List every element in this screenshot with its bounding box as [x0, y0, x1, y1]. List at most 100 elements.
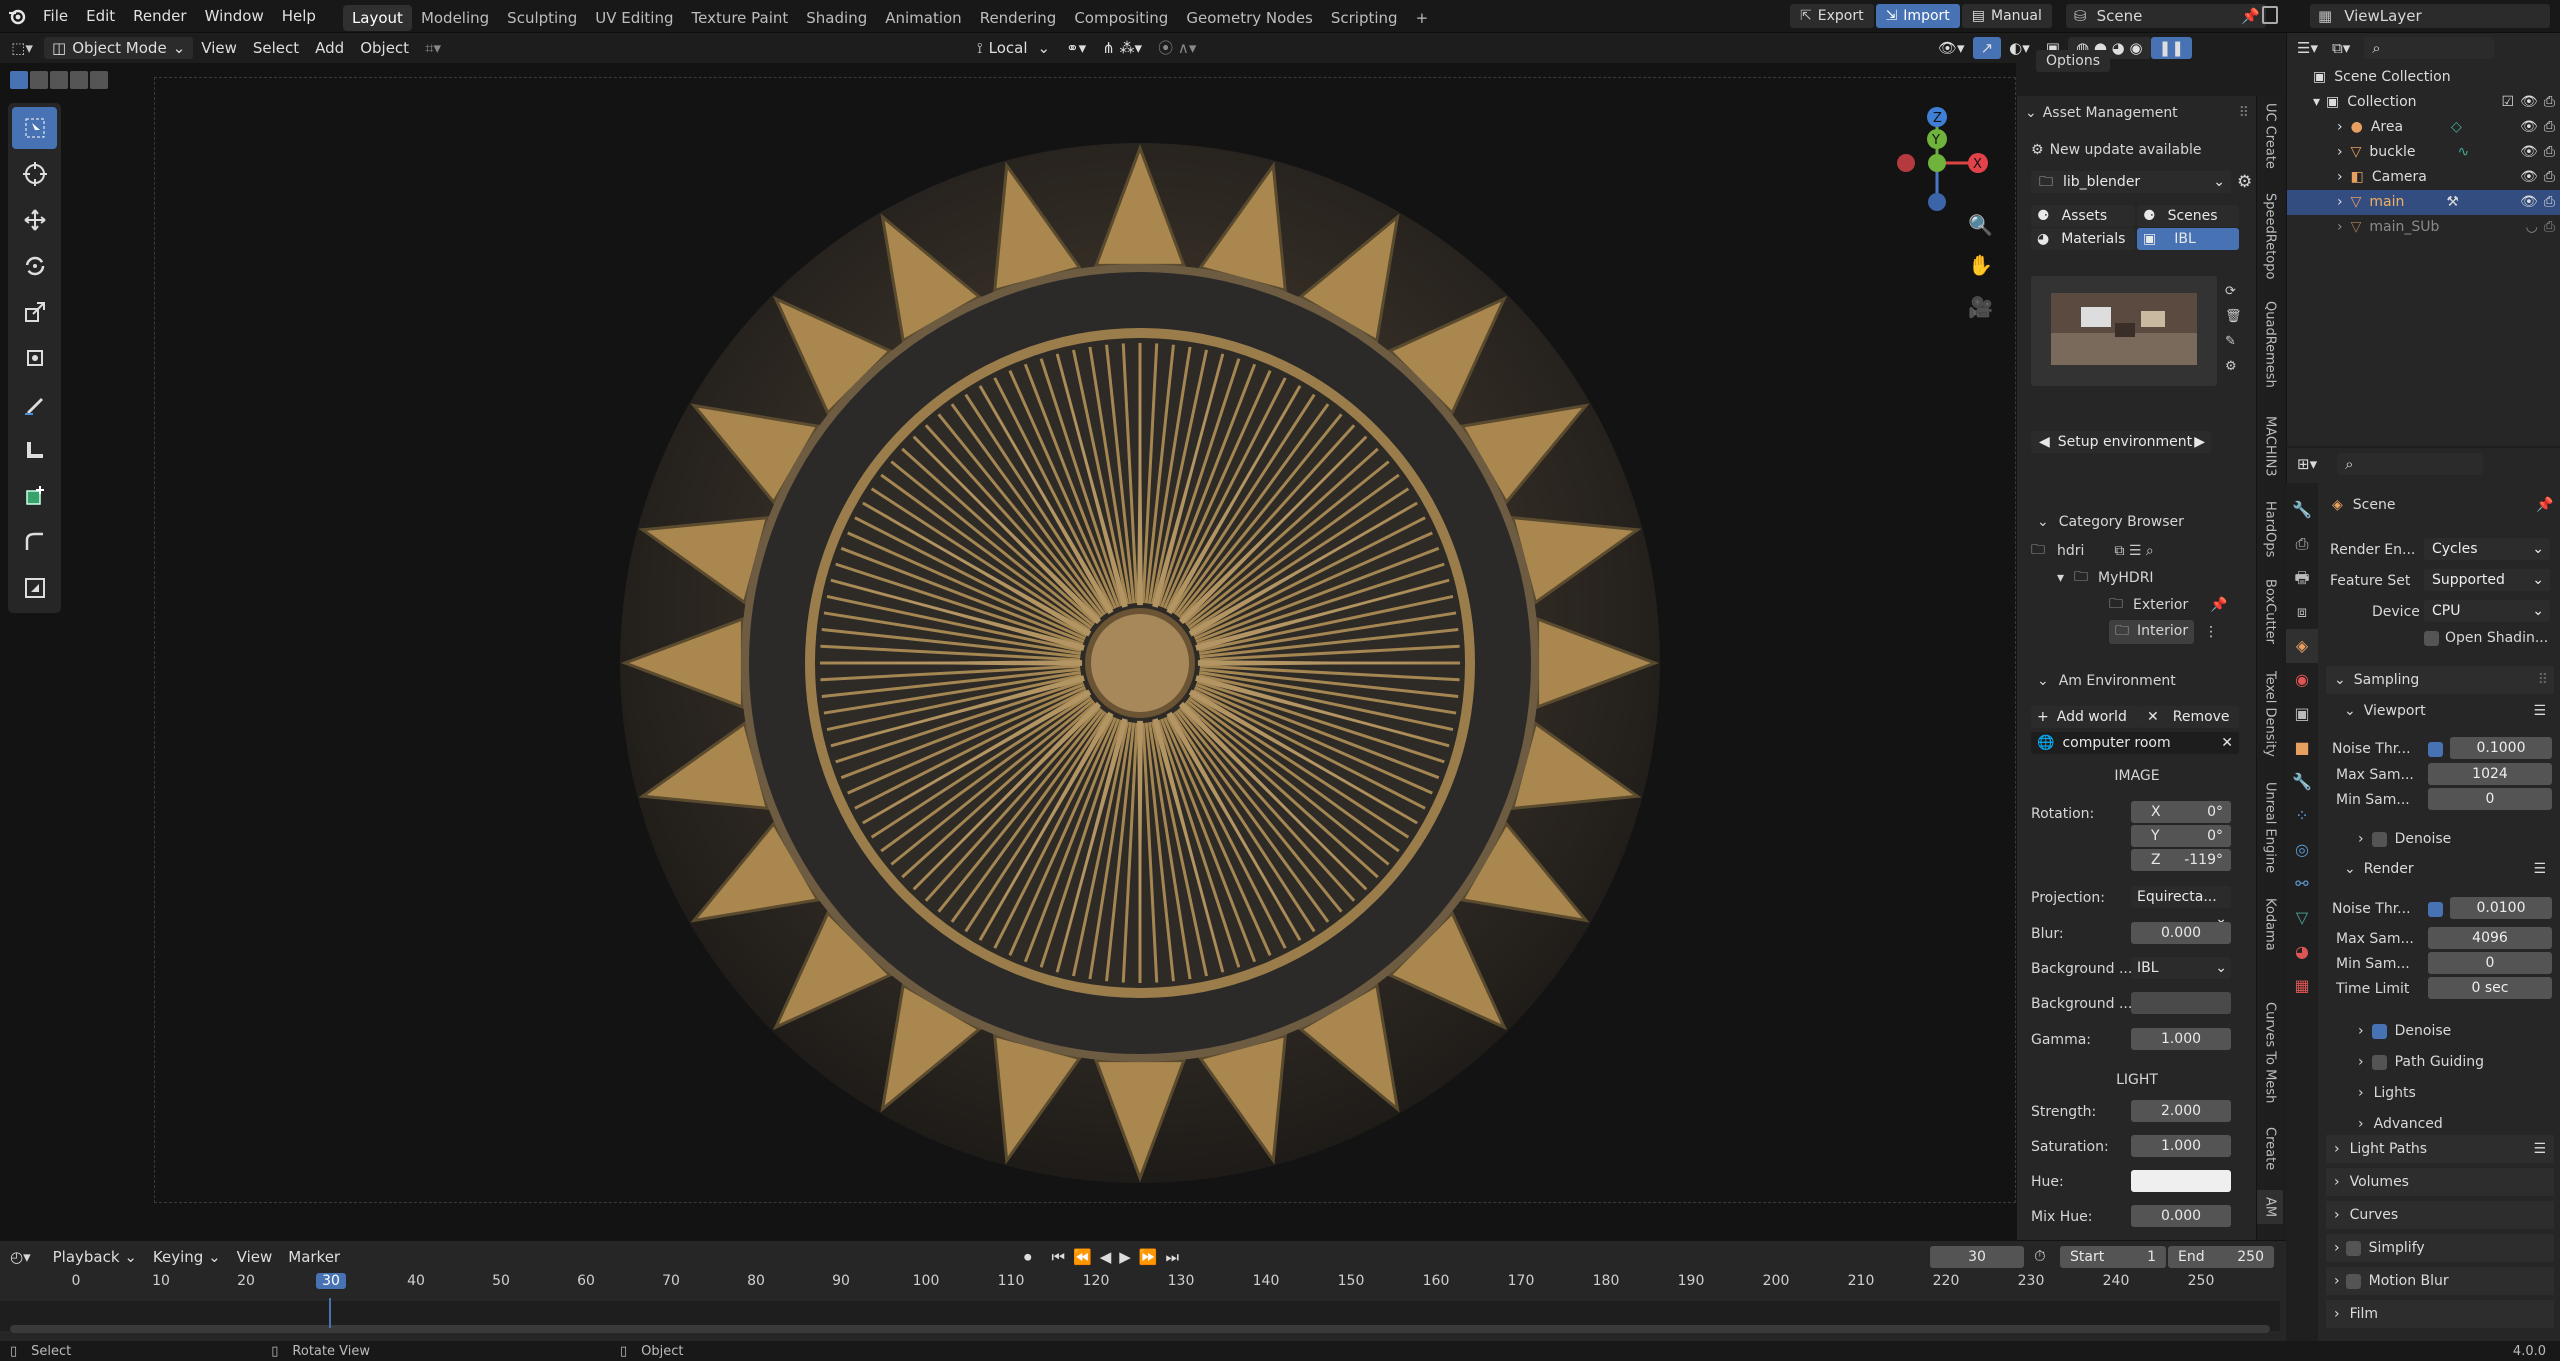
outliner-item-main-sub[interactable]: › ▽ main_SUb ◡ ⎙ — [2287, 215, 2560, 240]
setup-environment[interactable]: ◀ Setup environment ▶ — [2031, 431, 2211, 453]
menu-view[interactable]: View — [193, 37, 245, 59]
tab-layout[interactable]: Layout — [342, 5, 412, 31]
r-min-field[interactable]: 0 — [2428, 952, 2552, 974]
tab-machin3[interactable]: MACHIN3 — [2257, 408, 2283, 484]
mix-hue-field[interactable]: 0.000 — [2131, 1205, 2231, 1227]
environment-header[interactable]: ⌄ Am Environment — [2017, 670, 2257, 692]
category-interior[interactable]: 🗀 Interior ⋮ — [2017, 620, 2257, 644]
import-button[interactable]: ⇲ Import — [1875, 4, 1960, 28]
export-button[interactable]: ⇱ Export — [1790, 4, 1874, 28]
vp-noise-field[interactable]: 0.1000 — [2450, 737, 2552, 759]
time-limit-field[interactable]: 0 sec — [2428, 977, 2552, 999]
menu-timeline-view[interactable]: View — [229, 1246, 281, 1268]
environment-name-field[interactable]: 🌐 computer room ✕ — [2031, 732, 2239, 754]
rotation-y-field[interactable]: Y 0° — [2131, 825, 2231, 847]
tab-hardops[interactable]: HardOps — [2257, 496, 2283, 562]
tab-quadremesh[interactable]: QuadRemesh — [2257, 296, 2283, 392]
more-icon[interactable]: ⋮ — [2204, 624, 2218, 640]
tab-compositing[interactable]: Compositing — [1065, 5, 1177, 31]
light-paths-section[interactable]: › Light Paths ☰ — [2326, 1135, 2554, 1163]
orientation-dropdown[interactable]: ⟟ Local ⌄ — [969, 37, 1058, 59]
trash-icon[interactable]: 🗑 — [2225, 304, 2242, 329]
tab-uv-editing[interactable]: UV Editing — [586, 5, 682, 31]
outliner-item-camera[interactable]: › ◧ Camera 👁 ⎙ — [2287, 165, 2560, 190]
select-box-icon[interactable] — [12, 107, 57, 149]
vp-denoise-row[interactable]: › Denoise — [2358, 831, 2451, 847]
menu-add[interactable]: Add — [307, 37, 352, 59]
new-scene-icon[interactable] — [2262, 6, 2278, 24]
camera-toggle-icon[interactable]: ⎙ — [2544, 90, 2555, 115]
play-reverse-icon[interactable]: ◀ — [1100, 1248, 1112, 1266]
saturation-field[interactable]: 1.000 — [2131, 1135, 2231, 1157]
tab-boxcutter[interactable]: BoxCutter — [2257, 574, 2283, 650]
tab-modeling[interactable]: Modeling — [412, 5, 498, 31]
rotation-z-field[interactable]: Z -119° — [2131, 849, 2231, 871]
tool-tab-icon[interactable]: 🔧 — [2286, 493, 2318, 527]
hidden-eye-icon[interactable]: ◡ — [2526, 215, 2538, 240]
tab-am[interactable]: AM — [2257, 1190, 2283, 1224]
tab-assets[interactable]: ⚈ Assets — [2031, 205, 2135, 227]
eye-icon[interactable]: 👁 — [2520, 90, 2538, 115]
menu-render[interactable]: Render — [124, 0, 195, 33]
tab-texel-density[interactable]: Texel Density — [2257, 664, 2283, 764]
output-tab-icon[interactable]: 🖶 — [2286, 561, 2318, 595]
camera-toggle-icon[interactable]: ⎙ — [2544, 115, 2555, 140]
update-notice[interactable]: ⚙ New update available — [2017, 139, 2257, 161]
prev-keyframe-icon[interactable]: ⏪ — [1073, 1248, 1092, 1266]
menu-file[interactable]: File — [34, 0, 77, 33]
view-layer-tab-icon[interactable]: ⧈ — [2286, 595, 2318, 629]
scene-tab-icon[interactable]: ◈ — [2286, 629, 2318, 663]
transform-icon[interactable]: ⌗▾ — [417, 37, 449, 59]
r-noise-checkbox[interactable] — [2428, 901, 2443, 917]
category-myhdri[interactable]: ▾ 🗀 MyHDRI — [2017, 567, 2257, 589]
eye-icon[interactable]: 👁 — [2520, 165, 2538, 190]
editor-type-icon[interactable]: ⬚▾ — [0, 39, 44, 57]
tab-ibl[interactable]: ▣ IBL — [2137, 228, 2239, 250]
add-cube-icon[interactable] — [12, 475, 57, 517]
eye-icon[interactable]: 👁 — [2520, 140, 2538, 165]
transform-icon[interactable] — [12, 337, 57, 379]
proportional-edit-icon[interactable]: ⦿ ∧▾ — [1150, 37, 1204, 59]
modifier-tab-icon[interactable]: 🔧 — [2286, 765, 2318, 799]
move-icon[interactable] — [12, 199, 57, 241]
physics-tab-icon[interactable]: ◎ — [2286, 833, 2318, 867]
pan-hand-icon[interactable]: ✋ — [1968, 253, 1993, 277]
feature-set-dropdown[interactable]: Supported ⌄ — [2424, 569, 2550, 591]
next-arrow-icon[interactable]: ▶ — [2194, 431, 2205, 453]
menu-edit[interactable]: Edit — [77, 0, 124, 33]
category-browser-header[interactable]: ⌄ Category Browser — [2017, 511, 2257, 533]
collection-row[interactable]: ▾ ▣ Collection ☑ 👁 ⎙ — [2287, 90, 2560, 115]
tab-uc-create[interactable]: UC Create — [2257, 96, 2283, 176]
object-mode-dropdown[interactable]: ◫ Object Mode ⌄ — [44, 37, 194, 59]
outliner-item-area[interactable]: › ● Area ◇ 👁 ⎙ — [2287, 115, 2560, 140]
render-subsection[interactable]: ⌄ Render ☰ — [2344, 855, 2554, 883]
pause-render-icon[interactable]: ❚❚ — [2150, 37, 2192, 59]
constraints-tab-icon[interactable]: ⚯ — [2286, 867, 2318, 901]
scene-collection-row[interactable]: ▣ Scene Collection — [2287, 65, 2560, 90]
eye-icon[interactable]: 👁 — [2520, 190, 2538, 215]
tab-curves-to-mesh[interactable]: Curves To Mesh — [2257, 996, 2283, 1110]
annotate-icon[interactable] — [12, 383, 57, 425]
advanced-row[interactable]: › Advanced — [2358, 1116, 2443, 1132]
open-shading-checkbox[interactable]: Open Shadin... — [2424, 630, 2548, 646]
r-denoise-row[interactable]: › Denoise — [2358, 1023, 2451, 1039]
device-dropdown[interactable]: CPU ⌄ — [2424, 600, 2550, 622]
outliner-search-input[interactable]: ⌕ — [2364, 37, 2495, 59]
camera-toggle-icon[interactable]: ⎙ — [2544, 190, 2555, 215]
curves-section[interactable]: › Curves — [2326, 1201, 2554, 1229]
data-tab-icon[interactable]: ▽ — [2286, 901, 2318, 935]
edit-icon[interactable]: ✎ — [2225, 329, 2242, 354]
render-tab-icon[interactable]: ⎙ — [2286, 527, 2318, 561]
material-tab-icon[interactable]: ◕ — [2286, 935, 2318, 969]
vp-max-field[interactable]: 1024 — [2428, 763, 2552, 785]
menu-playback[interactable]: Playback ⌄ — [45, 1246, 145, 1268]
stopwatch-icon[interactable]: ⏱ — [2034, 1247, 2046, 1265]
shrink-icon[interactable] — [12, 567, 57, 609]
display-mode-icon[interactable]: ⧉▾ — [2332, 39, 2350, 57]
eye-icon[interactable]: 👁 — [2520, 115, 2538, 140]
list-icon[interactable]: ☰ — [2533, 697, 2546, 725]
zoom-icon[interactable]: 🔍 — [1968, 213, 1993, 237]
jump-start-icon[interactable]: ⏮ — [1052, 1248, 1066, 1266]
camera-toggle-icon[interactable]: ⎙ — [2544, 165, 2555, 190]
category-exterior[interactable]: 🗀 Exterior 📌 — [2017, 594, 2257, 616]
